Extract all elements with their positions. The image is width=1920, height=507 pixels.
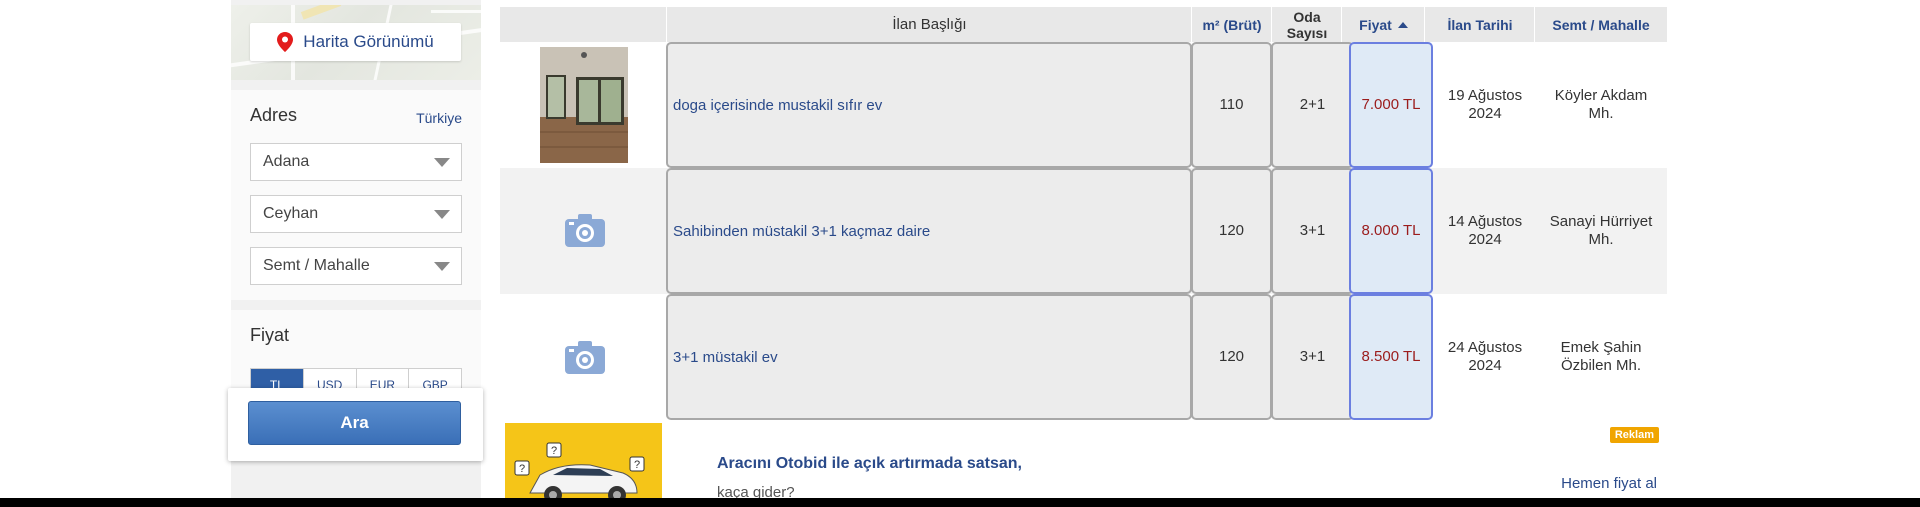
scrollbar[interactable] <box>1895 0 1920 500</box>
location-value: Emek Şahin Özbilen Mh. <box>1560 339 1642 374</box>
room-photo-image <box>540 47 628 163</box>
rooms-cell: 2+1 <box>1271 42 1354 168</box>
district-select-value: Ceyhan <box>263 205 319 222</box>
area-cell: 120 <box>1191 168 1272 294</box>
date-cell: 24 Ağustos 2024 <box>1435 294 1535 420</box>
search-panel: Ara <box>228 388 483 461</box>
date-value: 24 Ağustos 2024 <box>1447 339 1523 374</box>
district-select[interactable]: Ceyhan <box>250 195 462 233</box>
location-cell: Emek Şahin Özbilen Mh. <box>1543 294 1659 420</box>
listing-title-cell[interactable]: 3+1 müstakil ev <box>666 294 1192 420</box>
column-header-price-label: Fiyat <box>1359 16 1392 33</box>
table-row[interactable]: 3+1 müstakil ev 120 3+1 8.500 TL 24 Ağus… <box>500 294 1667 420</box>
svg-text:?: ? <box>551 445 557 457</box>
ad-cta-link[interactable]: Hemen fiyat al <box>1561 475 1657 492</box>
city-select[interactable]: Adana <box>250 143 462 181</box>
ad-image[interactable]: ? ? ? <box>505 423 662 507</box>
sort-ascending-icon <box>1397 21 1408 28</box>
svg-text:?: ? <box>634 459 640 471</box>
search-button[interactable]: Ara <box>248 401 461 445</box>
date-cell: 19 Ağustos 2024 <box>1435 42 1535 168</box>
location-value: Köyler Akdam Mh. <box>1554 87 1648 122</box>
listing-title-link[interactable]: 3+1 müstakil ev <box>673 296 778 418</box>
area-value: 110 <box>1219 96 1244 113</box>
car-illustration-image: ? ? ? <box>505 423 662 507</box>
neighborhood-select-value: Semt / Mahalle <box>263 257 370 274</box>
map-preview[interactable]: Harita Görünümü <box>231 5 481 80</box>
neighborhood-select[interactable]: Semt / Mahalle <box>250 247 462 285</box>
price-value: 8.500 TL <box>1361 348 1421 365</box>
listing-photo[interactable] <box>540 47 628 163</box>
city-select-value: Adana <box>263 153 310 170</box>
ad-title[interactable]: Aracını Otobid ile açık artırmada satsan… <box>717 455 1022 473</box>
location-cell: Köyler Akdam Mh. <box>1543 42 1659 168</box>
column-header-rooms[interactable]: Oda Sayısı <box>1272 7 1342 42</box>
listing-title-link[interactable]: doga içerisinde mustakil sıfır ev <box>673 44 882 166</box>
rooms-value: 2+1 <box>1299 96 1326 113</box>
table-header: İlan Başlığı m² (Brüt) Oda Sayısı Fiyat … <box>500 7 1667 42</box>
table-row[interactable]: doga içerisinde mustakil sıfır ev 110 2+… <box>500 42 1667 168</box>
listing-title-cell[interactable]: doga içerisinde mustakil sıfır ev <box>666 42 1192 168</box>
listing-title-link[interactable]: Sahibinden müstakil 3+1 kaçmaz daire <box>673 170 930 292</box>
bottom-edge <box>0 498 1920 507</box>
chevron-down-icon <box>434 158 450 167</box>
chevron-down-icon <box>434 210 450 219</box>
ad-badge: Reklam <box>1609 427 1659 443</box>
camera-icon <box>565 341 605 374</box>
price-title: Fiyat <box>250 325 290 345</box>
date-value: 14 Ağustos 2024 <box>1447 213 1523 248</box>
column-header-location[interactable]: Semt / Mahalle <box>1535 7 1667 42</box>
address-title: Adres <box>250 105 298 125</box>
column-header-title[interactable]: İlan Başlığı <box>667 7 1192 42</box>
price-value: 8.000 TL <box>1361 222 1421 239</box>
price-cell: 8.500 TL <box>1349 294 1433 420</box>
camera-icon <box>565 214 605 247</box>
map-view-label: Harita Görünümü <box>303 32 434 51</box>
svg-text:?: ? <box>519 463 525 475</box>
date-value: 19 Ağustos 2024 <box>1447 87 1523 122</box>
area-cell: 120 <box>1191 294 1272 420</box>
chevron-down-icon <box>434 262 450 271</box>
rooms-value: 3+1 <box>1299 348 1326 365</box>
address-filter: Adres Türkiye Adana Ceyhan Semt / Mahall… <box>231 90 481 300</box>
listing-title-cell[interactable]: Sahibinden müstakil 3+1 kaçmaz daire <box>666 168 1192 294</box>
date-cell: 14 Ağustos 2024 <box>1435 168 1535 294</box>
ad-banner[interactable]: ? ? ? Aracını Otobid ile açık artırmada … <box>500 420 1667 507</box>
country-link[interactable]: Türkiye <box>416 110 462 126</box>
column-header-area[interactable]: m² (Brüt) <box>1192 7 1272 42</box>
listings-table: İlan Başlığı m² (Brüt) Oda Sayısı Fiyat … <box>500 0 1667 507</box>
map-view-button[interactable]: Harita Görünümü <box>250 23 461 61</box>
table-row[interactable]: Sahibinden müstakil 3+1 kaçmaz daire 120… <box>500 168 1667 294</box>
rooms-cell: 3+1 <box>1271 294 1354 420</box>
price-value: 7.000 TL <box>1361 96 1421 113</box>
price-cell: 8.000 TL <box>1349 168 1433 294</box>
location-value: Sanayi Hürriyet Mh. <box>1549 213 1653 248</box>
rooms-value: 3+1 <box>1299 222 1326 239</box>
area-value: 120 <box>1218 348 1245 365</box>
location-pin-icon <box>277 32 294 52</box>
area-value: 120 <box>1218 222 1245 239</box>
area-cell: 110 <box>1191 42 1272 168</box>
location-cell: Sanayi Hürriyet Mh. <box>1543 168 1659 294</box>
column-header-price[interactable]: Fiyat <box>1342 7 1425 42</box>
price-cell: 7.000 TL <box>1349 42 1433 168</box>
column-header-date[interactable]: İlan Tarihi <box>1425 7 1535 42</box>
rooms-cell: 3+1 <box>1271 168 1354 294</box>
